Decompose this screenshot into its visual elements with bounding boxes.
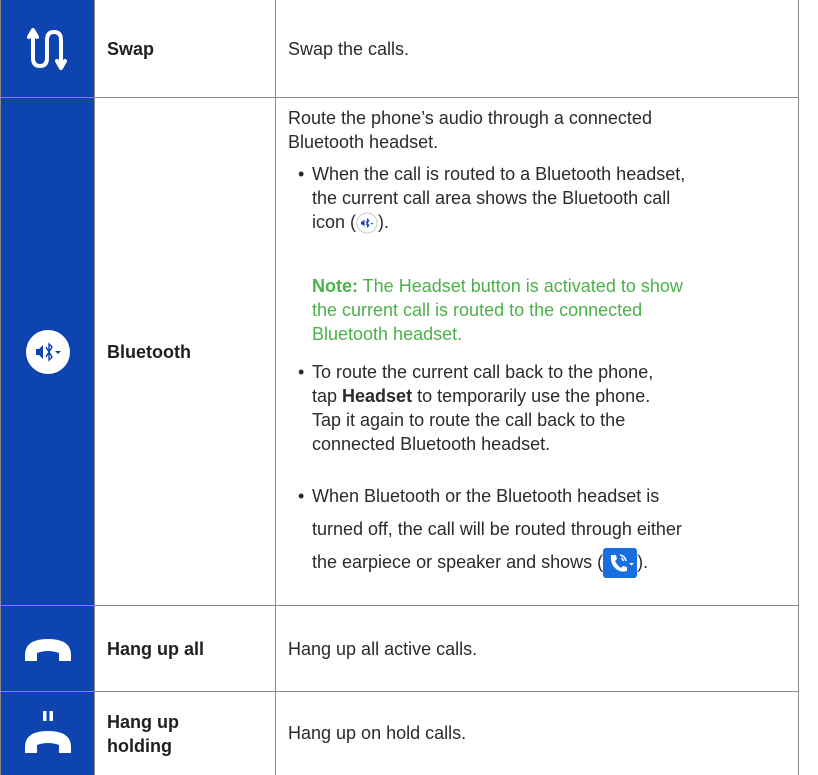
bluetooth-description-cell: Route the phone’s audio through a connec… bbox=[276, 98, 798, 605]
hang-up-all-description-cell: Hang up all active calls. bbox=[276, 606, 798, 691]
feature-name: Hang up all bbox=[107, 638, 205, 659]
hang-up-holding-description-cell: Hang up on hold calls. bbox=[276, 692, 798, 775]
bullet-dot: • bbox=[298, 486, 305, 506]
hang-up-icon bbox=[24, 638, 71, 661]
bluetooth-name-cell: Bluetooth bbox=[94, 98, 276, 605]
swap-icon-cell bbox=[1, 0, 94, 97]
features-table: Swap Swap the calls. Bluetooth Route the… bbox=[0, 0, 799, 775]
bullet-dot: • bbox=[298, 362, 305, 382]
hang-up-holding-icon bbox=[24, 710, 71, 753]
table-row-hang-up-all: Hang up all Hang up all active calls. bbox=[1, 606, 798, 692]
note-label: Note: bbox=[312, 276, 358, 296]
hang-up-holding-icon-cell bbox=[1, 692, 94, 775]
bullet-dot: • bbox=[298, 164, 305, 184]
bullet-item: • When Bluetooth or the Bluetooth headse… bbox=[298, 480, 682, 579]
feature-name: Swap bbox=[107, 38, 155, 59]
feature-name: Bluetooth bbox=[107, 341, 191, 362]
hang-up-all-name-cell: Hang up all bbox=[94, 606, 276, 691]
intro-text-line: Route the phone’s audio through a connec… bbox=[288, 108, 652, 128]
feature-description: Swap the calls. bbox=[288, 39, 410, 59]
hang-up-icon-cell bbox=[1, 606, 94, 691]
intro-text-line: Bluetooth headset. bbox=[288, 132, 439, 152]
bluetooth-call-icon bbox=[356, 212, 378, 234]
table-row-hang-up-holding: Hang up holding Hang up on hold calls. bbox=[1, 692, 798, 775]
note-block: Note: The Headset button is activated to… bbox=[312, 276, 683, 344]
bluetooth-speaker-icon bbox=[25, 330, 70, 374]
table-row-bluetooth: Bluetooth Route the phone’s audio throug… bbox=[1, 98, 798, 606]
hang-up-holding-name-cell: Hang up holding bbox=[94, 692, 276, 775]
bluetooth-icon-cell bbox=[1, 98, 94, 605]
table-row-swap: Swap Swap the calls. bbox=[1, 0, 798, 98]
swap-arrows-icon bbox=[26, 27, 67, 70]
swap-name-cell: Swap bbox=[94, 0, 276, 97]
bullet-item: • To route the current call back to the … bbox=[298, 362, 654, 454]
headset-term: Headset bbox=[342, 386, 413, 406]
feature-description: Hang up on hold calls. bbox=[288, 723, 467, 743]
feature-description: Hang up all active calls. bbox=[288, 639, 478, 659]
feature-name: Hang up holding bbox=[107, 711, 179, 756]
bullet-item: • When the call is routed to a Bluetooth… bbox=[298, 162, 685, 234]
swap-description-cell: Swap the calls. bbox=[276, 0, 798, 97]
earpiece-speaker-icon bbox=[603, 548, 638, 579]
